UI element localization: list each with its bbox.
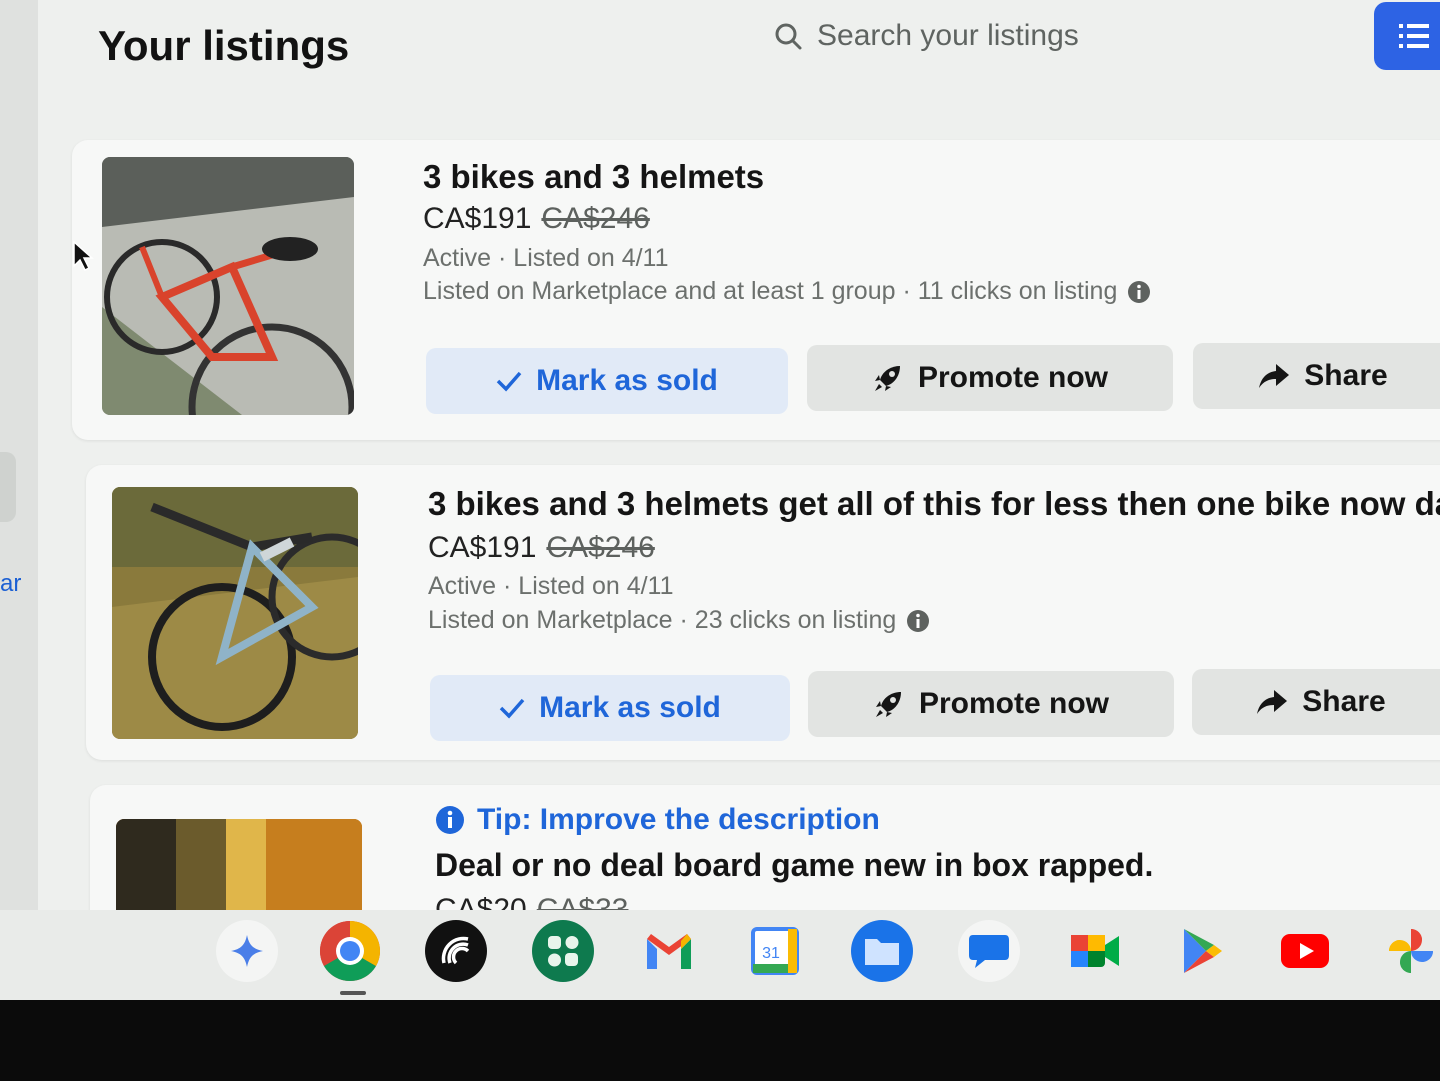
active-app-indicator [340,991,366,995]
check-icon [496,371,522,392]
promote-now-button[interactable]: Promote now [808,671,1174,737]
mouse-cursor-icon [73,240,94,272]
promote-now-label: Promote now [918,687,1109,720]
info-icon[interactable] [906,609,930,633]
share-label: Share [1304,359,1388,392]
youtube-icon[interactable] [1274,920,1336,982]
left-sidebar-edge: ar [0,0,38,910]
original-price: CA$246 [546,531,655,564]
mark-as-sold-label: Mark as sold [536,364,718,397]
mark-as-sold-button[interactable]: Mark as sold [426,348,788,414]
share-button[interactable]: Share [1193,343,1440,409]
share-label: Share [1302,685,1386,718]
current-price: CA$191 [423,202,532,235]
promote-now-label: Promote now [917,361,1108,394]
listing-details-text: Listed on Marketplace · 23 clicks on lis… [428,606,897,634]
page-title: Your listings [98,22,350,69]
chrome-icon[interactable] [319,920,381,982]
messages-icon[interactable] [958,920,1020,982]
listing-details: Listed on Marketplace and at least 1 gro… [423,277,1151,306]
share-arrow-icon [1257,690,1288,714]
listing-title[interactable]: 3 bikes and 3 helmets [423,158,764,196]
listing-details-text: Listed on Marketplace and at least 1 gro… [423,277,1118,305]
launcher-icon[interactable] [216,920,278,982]
list-icon [1399,24,1429,48]
listing-card[interactable]: 3 bikes and 3 helmets get all of this fo… [86,465,1440,760]
check-icon [499,698,525,719]
listing-details: Listed on Marketplace · 23 clicks on lis… [428,606,930,635]
listing-status: Active · Listed on 4/11 [423,244,669,272]
play-store-icon[interactable] [1171,920,1233,982]
rocket-icon [874,366,900,391]
mark-as-sold-label: Mark as sold [539,691,721,724]
share-arrow-icon [1259,364,1290,388]
listing-photo[interactable] [102,157,354,415]
podcast-icon[interactable] [425,920,487,982]
search-bar[interactable] [773,14,1333,58]
tip-link[interactable]: Tip: Improve the description [435,803,880,837]
calendar-day: 31 [762,945,780,962]
listing-card[interactable]: 3 bikes and 3 helmets CA$191 CA$246 Activ… [72,140,1440,440]
app-grid-icon[interactable] [532,920,594,982]
listing-status: Active · Listed on 4/11 [428,572,674,600]
listing-price: CA$191 CA$246 [428,531,655,565]
search-input[interactable] [815,18,1299,54]
listing-title[interactable]: 3 bikes and 3 helmets get all of this fo… [428,485,1440,523]
mark-as-sold-button[interactable]: Mark as sold [430,675,790,741]
list-view-button[interactable] [1374,2,1440,70]
app-shelf: 31 [0,910,1440,1000]
info-icon [436,806,464,834]
listing-photo[interactable] [112,487,358,739]
search-icon [775,23,802,50]
main-content: Your listings Search your listings 3 bik… [38,0,1440,985]
files-icon[interactable] [851,920,913,982]
sidebar-edge-tab[interactable] [0,452,16,522]
tip-label: Tip: Improve the description [477,803,880,836]
meet-icon[interactable] [1064,920,1126,982]
listing-title[interactable]: Deal or no deal board game new in box ra… [435,847,1153,884]
share-button[interactable]: Share [1192,669,1440,735]
original-price: CA$246 [541,202,650,235]
gmail-icon[interactable] [638,920,700,982]
info-icon[interactable] [1127,280,1151,304]
calendar-icon[interactable]: 31 [744,920,806,982]
current-price: CA$191 [428,531,537,564]
promote-now-button[interactable]: Promote now [807,345,1173,411]
rocket-icon [875,692,901,717]
photos-icon[interactable] [1380,920,1440,982]
listing-price: CA$191 CA$246 [423,202,650,236]
sidebar-cut-text[interactable]: ar [0,570,21,598]
screen: ar Your listings Search your listings 3 … [0,0,1440,1000]
